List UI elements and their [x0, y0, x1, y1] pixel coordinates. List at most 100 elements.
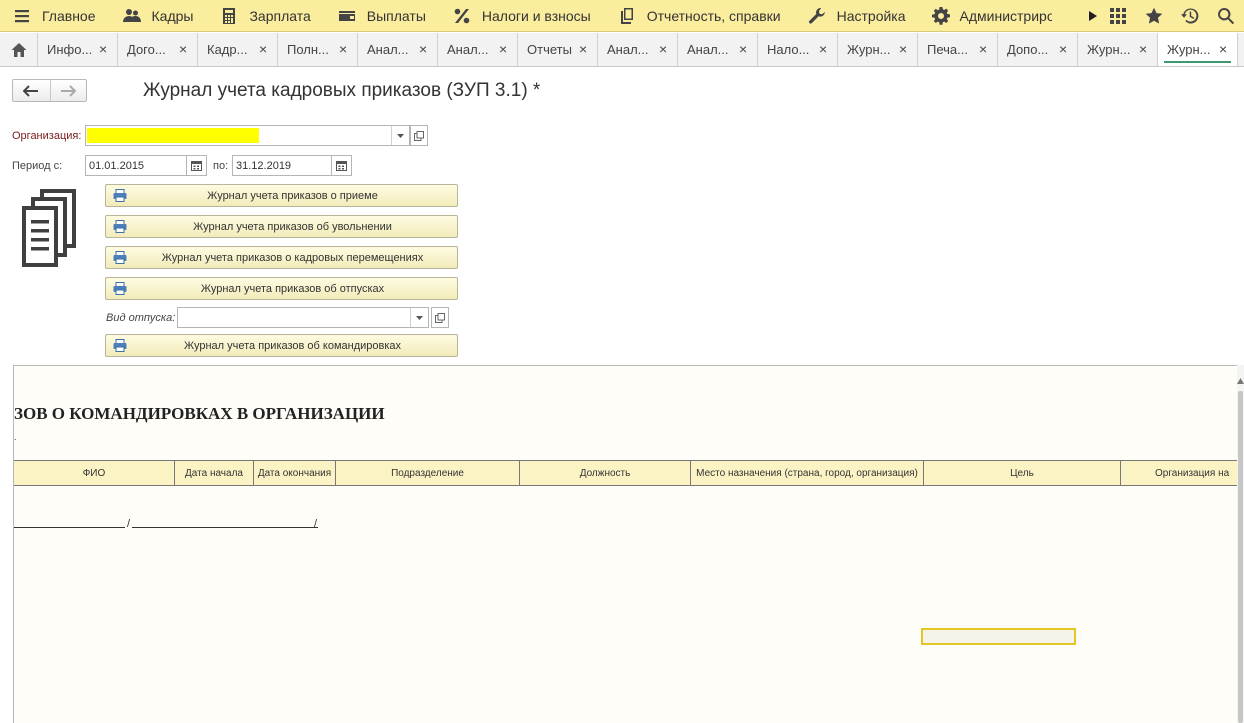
- tab-label: Анал...: [687, 42, 729, 57]
- column-header[interactable]: Место назначения (страна, город, организ…: [691, 461, 924, 485]
- calculator-icon: [219, 6, 239, 26]
- menu-item-label: Главное: [42, 7, 96, 24]
- close-icon[interactable]: ×: [419, 42, 429, 56]
- vacation-type-field[interactable]: [177, 307, 429, 328]
- column-header[interactable]: Организация на: [1121, 461, 1237, 485]
- tab-7[interactable]: Отчеты ×: [518, 33, 598, 66]
- tab-label: Отчеты: [527, 42, 572, 57]
- tab-label: Полн...: [287, 42, 329, 57]
- home-tab[interactable]: [0, 33, 38, 66]
- scroll-right-arrow-icon[interactable]: [1086, 0, 1100, 31]
- close-icon[interactable]: ×: [259, 42, 269, 56]
- menu-item-label: Налоги и взносы: [481, 7, 591, 24]
- open-windows-tabs: Инфо... × Дого... × Кадр... × Полн... × Анал... ×…: [0, 33, 1244, 67]
- tab-9[interactable]: Анал... ×: [678, 33, 758, 66]
- chevron-down-icon: [416, 315, 423, 320]
- tab-1[interactable]: Инфо... ×: [38, 33, 118, 66]
- open-form-icon: [435, 312, 445, 323]
- signature-separator: /: [127, 518, 131, 530]
- column-header[interactable]: Должность: [520, 461, 691, 485]
- tab-13[interactable]: Допо... ×: [998, 33, 1078, 66]
- apps-grid-icon[interactable]: [1100, 0, 1136, 31]
- forward-button[interactable]: [49, 80, 87, 101]
- menu-item-settings[interactable]: Настройка: [795, 0, 920, 31]
- menu-item-hr[interactable]: Кадры: [110, 0, 208, 31]
- organization-dropdown-button[interactable]: [391, 126, 409, 145]
- tab-3[interactable]: Кадр... ×: [198, 33, 278, 66]
- menu-item-label: Кадры: [151, 7, 194, 24]
- column-header[interactable]: ФИО: [14, 461, 175, 485]
- print-business-trips-journal-button[interactable]: Журнал учета приказов об командировках: [105, 334, 458, 357]
- close-icon[interactable]: ×: [739, 42, 749, 56]
- scrollbar-thumb[interactable]: [1238, 391, 1243, 723]
- period-to-field[interactable]: 31.12.2019: [232, 155, 332, 176]
- column-header[interactable]: Дата окончания: [254, 461, 336, 485]
- calendar-icon: [336, 161, 347, 171]
- tab-11[interactable]: Журн... ×: [838, 33, 918, 66]
- printer-icon: [113, 189, 127, 202]
- vacation-type-open-button[interactable]: [431, 307, 449, 328]
- close-icon[interactable]: ×: [99, 42, 109, 56]
- signature-name-line: [132, 527, 318, 528]
- tab-5[interactable]: Анал... ×: [358, 33, 438, 66]
- percent-icon: [452, 6, 472, 26]
- tab-14[interactable]: Журн... ×: [1078, 33, 1158, 66]
- print-transfers-journal-button[interactable]: Журнал учета приказов о кадровых перемещ…: [105, 246, 458, 269]
- tab-2[interactable]: Дого... ×: [118, 33, 198, 66]
- organization-open-button[interactable]: [410, 125, 428, 146]
- close-icon[interactable]: ×: [659, 42, 669, 56]
- period-to-calendar-button[interactable]: [331, 155, 352, 176]
- back-button[interactable]: [13, 80, 50, 101]
- close-icon[interactable]: ×: [579, 42, 589, 56]
- column-header[interactable]: Цель: [924, 461, 1121, 485]
- wrench-icon: [807, 6, 827, 26]
- close-icon[interactable]: ×: [1059, 42, 1069, 56]
- menu-item-taxes[interactable]: Налоги и взносы: [440, 0, 605, 31]
- period-from-field[interactable]: 01.01.2015: [85, 155, 187, 176]
- printer-icon: [113, 251, 127, 264]
- print-dismissal-journal-button[interactable]: Журнал учета приказов об увольнении: [105, 215, 458, 238]
- menu-item-salary[interactable]: Зарплата: [207, 0, 324, 31]
- tab-6[interactable]: Анал... ×: [438, 33, 518, 66]
- close-icon[interactable]: ×: [899, 42, 909, 56]
- tab-8[interactable]: Анал... ×: [598, 33, 678, 66]
- print-hire-journal-button[interactable]: Журнал учета приказов о приеме: [105, 184, 458, 207]
- tab-15[interactable]: Журн... ×: [1158, 33, 1238, 66]
- documents-icon: [22, 189, 76, 267]
- report-spreadsheet[interactable]: ЗОВ О КОМАНДИРОВКАХ В ОРГАНИЗАЦИИ . ФИО …: [13, 365, 1237, 723]
- vacation-type-dropdown-button[interactable]: [410, 308, 428, 327]
- printer-icon: [113, 339, 127, 352]
- close-icon[interactable]: ×: [179, 42, 189, 56]
- close-icon[interactable]: ×: [819, 42, 829, 56]
- column-header[interactable]: Подразделение: [336, 461, 520, 485]
- tab-label: Анал...: [367, 42, 409, 57]
- star-icon[interactable]: [1136, 0, 1172, 31]
- tab-10[interactable]: Нало... ×: [758, 33, 838, 66]
- scroll-up-arrow-icon[interactable]: [1237, 371, 1244, 384]
- menu-item-payments[interactable]: Выплаты: [325, 0, 440, 31]
- menu-item-reports[interactable]: Отчетность, справки: [605, 0, 795, 31]
- signature-line: [14, 527, 125, 528]
- main-menu-bar: Главное Кадры Зарплата Выплаты Налоги и …: [0, 0, 1244, 32]
- close-icon[interactable]: ×: [499, 42, 509, 56]
- vacation-type-label: Вид отпуска:: [106, 312, 176, 324]
- period-from-calendar-button[interactable]: [186, 155, 207, 176]
- report-vertical-scrollbar[interactable]: [1237, 365, 1244, 723]
- period-to-label: по:: [213, 160, 229, 172]
- report-heading: ЗОВ О КОМАНДИРОВКАХ В ОРГАНИЗАЦИИ: [14, 404, 385, 423]
- selected-cell[interactable]: [921, 628, 1076, 645]
- people-icon: [122, 6, 142, 26]
- close-icon[interactable]: ×: [1139, 42, 1149, 56]
- column-header[interactable]: Дата начала: [175, 461, 254, 485]
- tab-4[interactable]: Полн... ×: [278, 33, 358, 66]
- menu-item-administration[interactable]: Администрирование: [920, 0, 1052, 31]
- tab-12[interactable]: Печа... ×: [918, 33, 998, 66]
- close-icon[interactable]: ×: [979, 42, 989, 56]
- print-vacations-journal-button[interactable]: Журнал учета приказов об отпусках: [105, 277, 458, 300]
- close-icon[interactable]: ×: [339, 42, 349, 56]
- close-icon[interactable]: ×: [1219, 42, 1229, 56]
- organization-field[interactable]: [85, 125, 410, 146]
- search-icon[interactable]: [1208, 0, 1244, 31]
- menu-item-main[interactable]: Главное: [0, 0, 110, 31]
- history-icon[interactable]: [1172, 0, 1208, 31]
